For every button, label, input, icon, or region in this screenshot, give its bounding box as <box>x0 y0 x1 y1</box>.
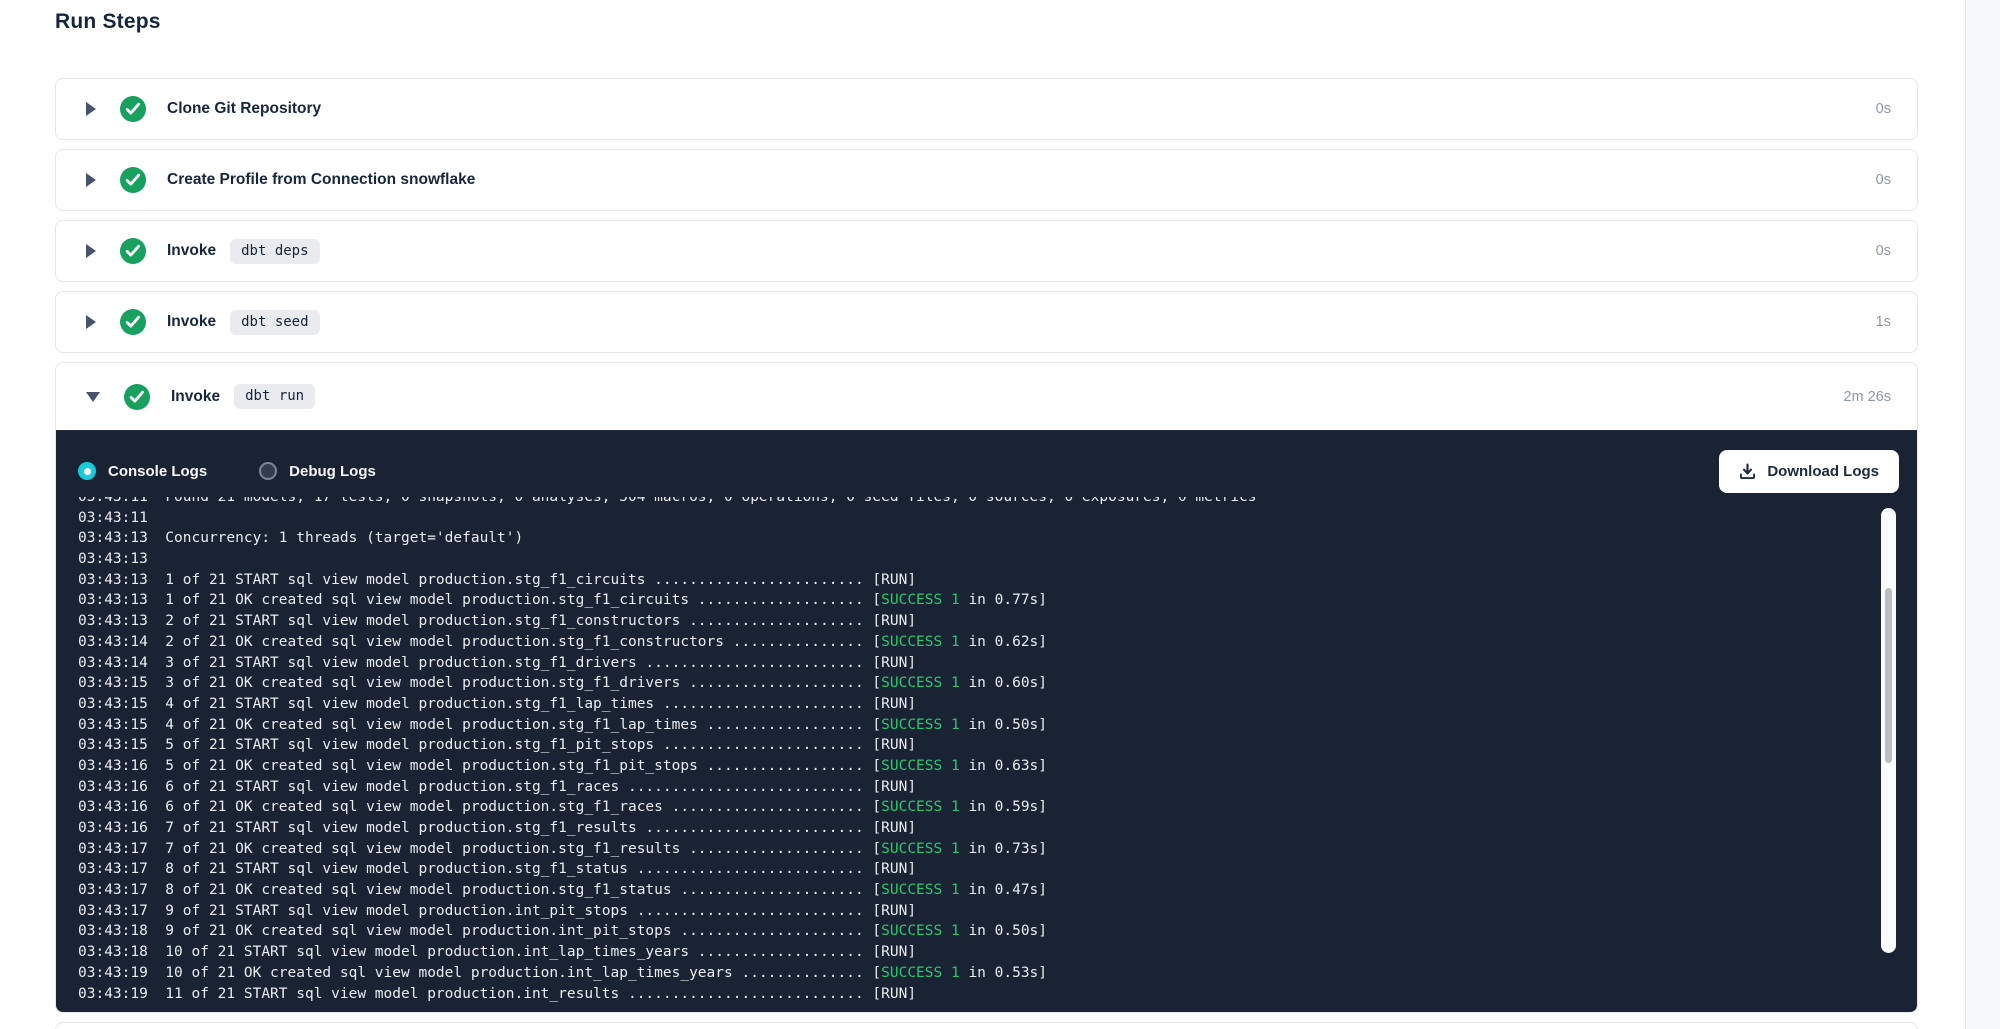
step-card-clone-git-repository: Clone Git Repository 0s <box>55 78 1918 140</box>
chevron-right-icon[interactable] <box>86 102 96 116</box>
log-line: 03:43:15 4 of 21 OK created sql view mod… <box>78 715 1873 736</box>
step-card-dbt-seed: Invoke dbt seed 1s <box>55 291 1918 353</box>
step-card-next-clipped[interactable] <box>55 1022 1918 1029</box>
log-scrollbar-thumb[interactable] <box>1885 588 1892 763</box>
download-logs-label: Download Logs <box>1767 463 1879 480</box>
log-line: 03:43:16 7 of 21 START sql view model pr… <box>78 818 1873 839</box>
step-card-dbt-deps: Invoke dbt deps 0s <box>55 220 1918 282</box>
chevron-right-icon[interactable] <box>86 315 96 329</box>
log-line: 03:43:11 Found 21 models, 17 tests, 0 sn… <box>78 497 1873 508</box>
success-check-icon <box>120 167 146 193</box>
step-row-dbt-seed[interactable]: Invoke dbt seed 1s <box>56 292 1917 352</box>
step-duration: 0s <box>1876 172 1891 188</box>
success-check-icon <box>120 238 146 264</box>
page-scroll-gutter[interactable] <box>1965 0 2000 1029</box>
command-badge: dbt seed <box>230 310 319 335</box>
step-row-clone-git-repository[interactable]: Clone Git Repository 0s <box>56 79 1917 139</box>
log-line: 03:43:17 8 of 21 OK created sql view mod… <box>78 880 1873 901</box>
log-line: 03:43:17 9 of 21 START sql view model pr… <box>78 901 1873 922</box>
success-check-icon <box>120 309 146 335</box>
log-panel: Console Logs Debug Logs Download Logs 03 <box>56 430 1917 1012</box>
log-panel-toolbar: Console Logs Debug Logs Download Logs <box>78 448 1899 494</box>
log-lines: 03:43:11 Found 21 models, 17 tests, 0 sn… <box>78 497 1873 1004</box>
run-steps-page: Run Steps Clone Git Repository 0s Create… <box>0 0 2000 1029</box>
command-badge: dbt run <box>234 384 315 409</box>
chevron-down-icon[interactable] <box>86 392 100 402</box>
log-line: 03:43:18 9 of 21 OK created sql view mod… <box>78 921 1873 942</box>
log-line: 03:43:16 6 of 21 OK created sql view mod… <box>78 797 1873 818</box>
step-card-create-profile: Create Profile from Connection snowflake… <box>55 149 1918 211</box>
page-title: Run Steps <box>55 10 161 34</box>
log-line: 03:43:14 3 of 21 START sql view model pr… <box>78 653 1873 674</box>
log-line: 03:43:19 11 of 21 START sql view model p… <box>78 984 1873 1005</box>
chevron-right-icon[interactable] <box>86 173 96 187</box>
step-duration: 0s <box>1876 101 1891 117</box>
console-logs-radio-option[interactable]: Console Logs <box>78 462 207 480</box>
log-line: 03:43:18 10 of 21 START sql view model p… <box>78 942 1873 963</box>
step-label: Invoke <box>171 388 220 406</box>
step-duration: 2m 26s <box>1843 389 1891 405</box>
log-line: 03:43:17 8 of 21 START sql view model pr… <box>78 859 1873 880</box>
log-line: 03:43:13 <box>78 549 1873 570</box>
console-log-output[interactable]: 03:43:11 Found 21 models, 17 tests, 0 sn… <box>78 497 1873 1012</box>
log-line: 03:43:15 5 of 21 START sql view model pr… <box>78 735 1873 756</box>
step-duration: 0s <box>1876 243 1891 259</box>
step-label: Invoke <box>167 242 216 260</box>
debug-logs-label[interactable]: Debug Logs <box>289 463 376 480</box>
step-row-dbt-run[interactable]: Invoke dbt run 2m 26s <box>56 363 1917 430</box>
log-line: 03:43:17 7 of 21 OK created sql view mod… <box>78 839 1873 860</box>
step-row-create-profile[interactable]: Create Profile from Connection snowflake… <box>56 150 1917 210</box>
console-logs-label[interactable]: Console Logs <box>108 463 207 480</box>
log-line: 03:43:15 4 of 21 START sql view model pr… <box>78 694 1873 715</box>
download-logs-button[interactable]: Download Logs <box>1719 450 1899 493</box>
radio-unselected-icon[interactable] <box>259 462 277 480</box>
log-line: 03:43:13 1 of 21 OK created sql view mod… <box>78 590 1873 611</box>
step-row-dbt-deps[interactable]: Invoke dbt deps 0s <box>56 221 1917 281</box>
radio-selected-icon[interactable] <box>78 462 96 480</box>
log-line: 03:43:13 Concurrency: 1 threads (target=… <box>78 528 1873 549</box>
debug-logs-radio-option[interactable]: Debug Logs <box>259 462 376 480</box>
success-check-icon <box>124 384 150 410</box>
chevron-right-icon[interactable] <box>86 244 96 258</box>
step-label: Create Profile from Connection snowflake <box>167 171 475 189</box>
download-icon <box>1739 463 1756 480</box>
step-label: Clone Git Repository <box>167 100 321 118</box>
success-check-icon <box>120 96 146 122</box>
log-line: 03:43:19 10 of 21 OK created sql view mo… <box>78 963 1873 984</box>
log-line: 03:43:15 3 of 21 OK created sql view mod… <box>78 673 1873 694</box>
step-card-dbt-run: Invoke dbt run 2m 26s Console Logs Debug… <box>55 362 1918 1013</box>
log-line: 03:43:13 1 of 21 START sql view model pr… <box>78 570 1873 591</box>
log-line: 03:43:16 6 of 21 START sql view model pr… <box>78 777 1873 798</box>
log-line: 03:43:16 5 of 21 OK created sql view mod… <box>78 756 1873 777</box>
log-line: 03:43:13 2 of 21 START sql view model pr… <box>78 611 1873 632</box>
step-label: Invoke <box>167 313 216 331</box>
log-scrollbar-track[interactable] <box>1881 508 1896 953</box>
step-duration: 1s <box>1876 314 1891 330</box>
log-line: 03:43:11 <box>78 508 1873 529</box>
command-badge: dbt deps <box>230 239 319 264</box>
log-line: 03:43:14 2 of 21 OK created sql view mod… <box>78 632 1873 653</box>
